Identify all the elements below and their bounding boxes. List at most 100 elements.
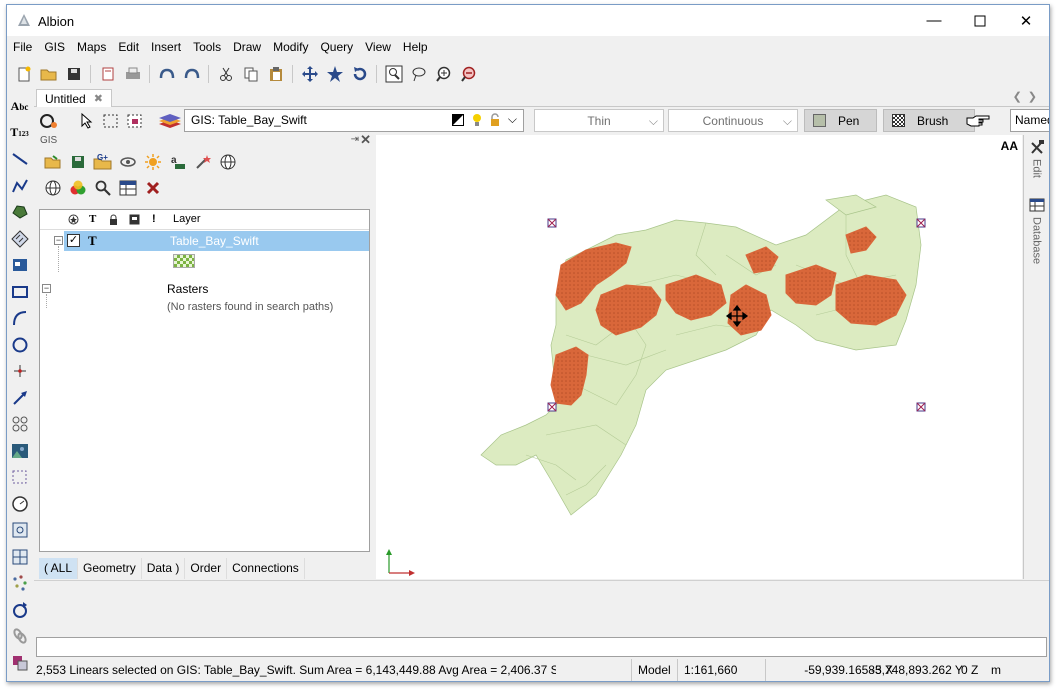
block-tool-button[interactable] [9,252,31,279]
text-tool-button[interactable]: Abc [9,93,31,120]
line-weight-combo[interactable]: Thin ⌵ [534,109,664,132]
select-mode-button[interactable] [38,111,60,131]
thematic-button[interactable] [67,177,89,199]
tab-order[interactable]: Order [185,558,228,579]
zoom-window-button[interactable] [382,63,405,85]
remove-layer-button[interactable] [142,177,164,199]
geocode-button[interactable]: G+ [92,151,114,173]
point-tool-button[interactable] [9,358,31,385]
line-tool-button[interactable] [9,146,31,173]
menu-edit[interactable]: Edit [112,38,145,58]
tab-geometry[interactable]: Geometry [78,558,142,579]
map-canvas[interactable]: AA [376,135,1022,579]
close-tab-icon[interactable]: ✖ [94,92,103,105]
polyline-tool-button[interactable] [9,173,31,200]
link-data-button[interactable] [117,151,139,173]
tab-scroll-arrows[interactable]: ❮❯ [1013,90,1043,103]
paste-button[interactable] [264,63,287,85]
layer-row-table-bay-swift[interactable]: ✓ T Table_Bay_Swift [64,231,369,251]
layers-button[interactable] [156,111,184,131]
pen-button[interactable]: Pen [804,109,877,132]
tab-untitled[interactable]: Untitled ✖ [36,89,112,107]
rasters-node[interactable]: Rasters [167,282,208,296]
maximize-button[interactable] [957,5,1003,36]
polygon-tool-button[interactable] [9,199,31,226]
undo-button[interactable] [155,63,178,85]
tab-data[interactable]: Data ) [141,558,186,579]
tab-edit[interactable]: Edit [1024,139,1049,178]
hatch-tool-button[interactable] [9,226,31,253]
tab-database[interactable]: Database [1024,197,1049,264]
save-gis-button[interactable] [67,151,89,173]
zoom-lasso-button[interactable] [407,63,430,85]
model-space-toggle[interactable]: Model [631,659,677,681]
close-panel-icon[interactable]: ✕ [360,132,371,148]
pan-button[interactable] [298,63,321,85]
menu-modify[interactable]: Modify [267,38,314,58]
pointer-select-button[interactable] [76,111,98,131]
search-button[interactable] [92,177,114,199]
array-tool-button[interactable] [9,411,31,438]
brush-button[interactable]: Brush [883,109,975,132]
menu-insert[interactable]: Insert [145,38,187,58]
label-button[interactable]: a [167,151,189,173]
link-tool-button[interactable] [9,623,31,650]
open-gis-button[interactable] [42,151,64,173]
layer-visibility-checkbox[interactable]: ✓ [67,234,80,247]
point-cloud-tool-button[interactable] [9,570,31,597]
menu-query[interactable]: Query [314,38,359,58]
table-text-tool-button[interactable]: T123 [9,120,31,147]
magic-wand-button[interactable] [192,151,214,173]
coordinate-system-button[interactable] [42,177,64,199]
collapse-layer-icon[interactable]: − [54,236,63,245]
globe-button[interactable] [217,151,239,173]
save-button[interactable] [62,63,85,85]
arrow-tool-button[interactable] [9,385,31,412]
window-select-button[interactable] [100,111,122,131]
menu-tools[interactable]: Tools [187,38,227,58]
menu-gis[interactable]: GIS [38,38,71,58]
zoom-in-button[interactable] [432,63,455,85]
menu-draw[interactable]: Draw [227,38,267,58]
cut-button[interactable] [214,63,237,85]
crossing-select-button[interactable] [124,111,146,131]
pointing-hand-button[interactable] [964,111,992,131]
rectangle-tool-button[interactable] [9,279,31,306]
circle-tool-button[interactable] [9,332,31,359]
arc-tool-button[interactable] [9,305,31,332]
tab-connections[interactable]: Connections [227,558,305,579]
menu-maps[interactable]: Maps [71,38,112,58]
sun-style-button[interactable] [142,151,164,173]
zoom-out-button[interactable] [457,63,480,85]
measure-tool-button[interactable] [9,491,31,518]
rotate-tool-button[interactable] [9,597,31,624]
close-button[interactable]: ✕ [1003,5,1049,36]
new-file-button[interactable] [12,63,35,85]
minimize-button[interactable]: — [911,5,957,36]
open-button[interactable] [37,63,60,85]
line-style-combo[interactable]: Continuous ⌵ [668,109,798,132]
menu-help[interactable]: Help [397,38,434,58]
table-button[interactable] [117,177,139,199]
menu-file[interactable]: File [7,38,38,58]
redo-button[interactable] [180,63,203,85]
print-preview-button[interactable] [96,63,119,85]
menu-view[interactable]: View [359,38,397,58]
pin-icon[interactable]: ⇥ [351,134,359,145]
grid-tool-button[interactable] [9,544,31,571]
print-button[interactable] [121,63,144,85]
scale-readout[interactable]: 1:161,660 [677,659,765,681]
copy-button[interactable] [239,63,262,85]
named-styles-combo[interactable]: Named [1010,109,1049,132]
collapse-rasters-icon[interactable]: − [42,284,51,293]
tab-all[interactable]: ( ALL [39,558,79,579]
command-line-input[interactable] [36,637,1047,657]
image-tool-button[interactable] [9,438,31,465]
zoom-box-tool-button[interactable] [9,517,31,544]
layer-combo[interactable]: GIS: Table_Bay_Swift ⌵ [184,109,524,132]
zoom-extents-button[interactable] [323,63,346,85]
layers-order-tool-button[interactable] [9,650,31,677]
regen-button[interactable] [348,63,371,85]
dashed-select-tool-button[interactable] [9,464,31,491]
layer-style-swatch[interactable] [173,254,195,268]
